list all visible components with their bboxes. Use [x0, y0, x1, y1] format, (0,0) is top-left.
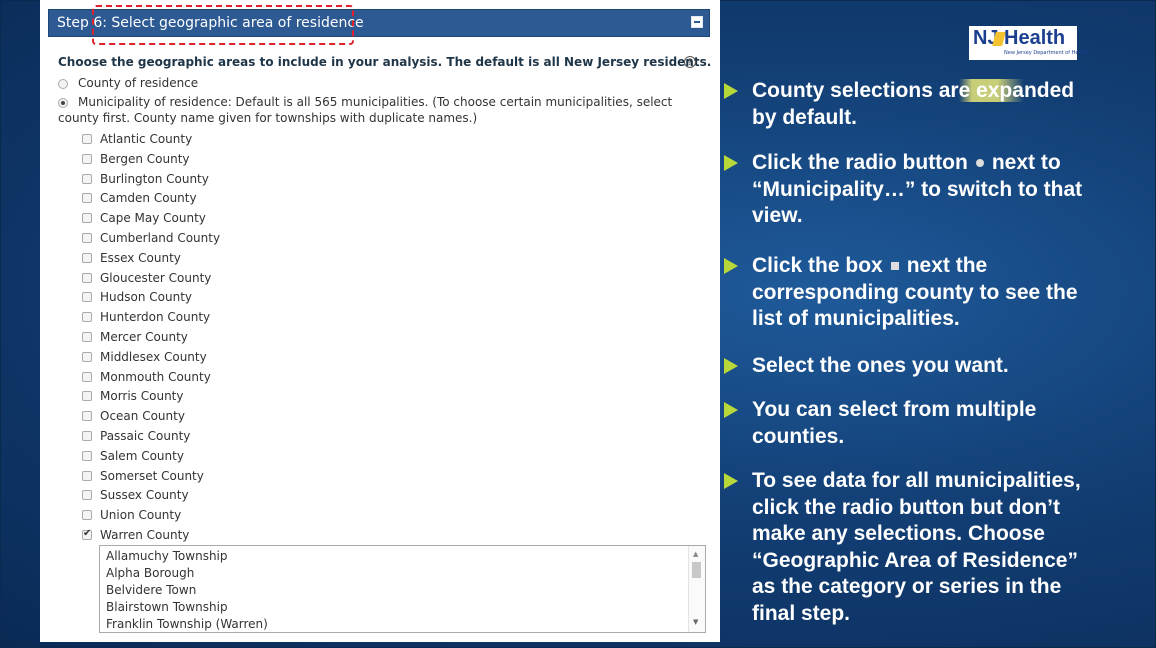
county-label: Cumberland County — [100, 231, 221, 245]
scroll-thumb[interactable] — [692, 562, 701, 578]
bullet-6-line3: make any selections. Choose — [752, 522, 1045, 545]
county-checkbox[interactable] — [82, 528, 92, 540]
bullet-1-line2: by default. — [752, 105, 858, 129]
county-checkbox[interactable] — [82, 292, 92, 303]
nj-health-logo: NJ Health New Jersey Department of Healt… — [969, 26, 1088, 60]
bullet-4-text: Select the ones you want. — [752, 354, 1009, 377]
radio-municipality[interactable] — [58, 98, 68, 108]
municipality-option[interactable]: Belvidere Town — [106, 583, 196, 597]
county-checkbox[interactable] — [82, 153, 92, 164]
bullet-triangle-icon — [724, 358, 738, 374]
scroll-down-icon[interactable]: ▼ — [693, 618, 698, 626]
county-label: Passaic County — [100, 429, 191, 443]
help-icon[interactable]: ? — [684, 56, 696, 68]
bullet-triangle-icon — [724, 473, 738, 489]
county-label: Middlesex County — [100, 349, 207, 364]
bullet-5-line2: counties. — [752, 424, 845, 448]
county-checkbox[interactable] — [82, 252, 92, 263]
callout-highlight-box — [92, 5, 354, 45]
logo-subtitle: New Jersey Department of Health — [1004, 50, 1089, 56]
bullet-triangle-icon — [724, 258, 738, 274]
county-label: Cape May County — [100, 211, 206, 226]
bullet-6-line5: as the category or series in the — [752, 575, 1062, 598]
bullet-6-line2: click the radio button but don’t — [752, 495, 1060, 519]
scrollbar[interactable]: ▲ ▼ — [688, 546, 705, 632]
instruction-text: Choose the geographic areas to include i… — [58, 55, 712, 69]
municipality-option[interactable]: Allamuchy Township — [106, 549, 228, 563]
county-checkbox[interactable] — [82, 351, 92, 362]
step-panel: Step 6: Select geographic area of reside… — [40, 0, 720, 642]
bullet-triangle-icon — [724, 83, 738, 99]
bullet-3-line1b: next the — [906, 254, 988, 277]
bullet-6-line6: final step. — [752, 601, 851, 625]
county-checkbox[interactable] — [82, 134, 92, 144]
municipality-option[interactable]: Franklin Township (Warren) — [106, 617, 268, 631]
radio-dot-icon — [975, 159, 984, 168]
county-checkbox[interactable] — [82, 371, 92, 382]
county-checkbox[interactable] — [82, 490, 92, 501]
bullet-2-line1b: next to — [991, 151, 1061, 174]
county-label: Gloucester County — [100, 270, 212, 285]
county-checkbox[interactable] — [82, 510, 92, 521]
bullet-2-line2: “Municipality…” to switch to that — [752, 177, 1083, 201]
county-label: Sussex County — [100, 488, 189, 503]
county-label: Mercer County — [100, 330, 188, 344]
municipality-option[interactable]: Alpha Borough — [106, 566, 194, 580]
bullet-6-line1: To see data for all municipalities, — [752, 469, 1081, 492]
county-checkbox[interactable] — [82, 391, 92, 402]
county-label: Warren County — [100, 528, 190, 542]
county-label: Hudson County — [100, 290, 192, 305]
county-label: Monmouth County — [100, 369, 211, 384]
bullet-triangle-icon — [724, 402, 738, 418]
county-checkbox[interactable] — [82, 450, 92, 461]
logo-health-text: Health — [1004, 27, 1066, 49]
bullet-3-line2: corresponding county to see the — [752, 280, 1078, 304]
bullet-1-text-c: nded — [1023, 79, 1075, 102]
county-label: Somerset County — [100, 468, 204, 483]
county-checkbox[interactable] — [82, 470, 92, 481]
bullet-3-line3: list of municipalities. — [752, 307, 960, 330]
radio-municipality-label-line1: Municipality of residence: Default is al… — [78, 95, 673, 109]
county-checkbox[interactable] — [82, 411, 92, 422]
radio-county-label: County of residence — [78, 76, 199, 90]
radio-municipality-label-line2: county first. County name given for town… — [58, 111, 478, 125]
county-checkbox[interactable] — [82, 431, 92, 441]
bullet-1-text-a: County selections ar — [752, 79, 959, 102]
county-label: Hunterdon County — [100, 310, 211, 325]
county-label: Atlantic County — [100, 132, 193, 146]
county-checkbox[interactable] — [82, 312, 92, 323]
county-checkbox[interactable] — [82, 332, 92, 342]
county-label: Bergen County — [100, 151, 190, 166]
county-label: Union County — [100, 508, 182, 523]
county-label: Morris County — [100, 389, 184, 404]
collapse-icon[interactable] — [691, 16, 703, 28]
county-checkbox[interactable] — [82, 213, 92, 224]
municipality-listbox[interactable]: Allamuchy Township Alpha Borough Belvidere… — [99, 545, 706, 633]
county-label: Burlington County — [100, 171, 209, 186]
radio-county[interactable] — [58, 79, 68, 89]
bullet-1-text-highlight: e expa — [958, 79, 1024, 102]
scroll-up-icon[interactable]: ▲ — [693, 550, 698, 558]
bullet-6-line4: “Geographic Area of Residence” — [752, 548, 1078, 572]
county-checkbox[interactable] — [82, 233, 92, 243]
checkbox-square-icon — [890, 262, 899, 271]
municipality-option[interactable]: Blairstown Township — [106, 600, 228, 614]
county-checkbox[interactable] — [82, 173, 92, 184]
county-label: Camden County — [100, 191, 197, 206]
county-checkbox[interactable] — [82, 193, 92, 204]
bullet-5-line1: You can select from multiple — [752, 398, 1037, 421]
bullet-triangle-icon — [724, 155, 738, 171]
bullet-2-line1: Click the radio button — [752, 151, 968, 174]
county-label: Ocean County — [100, 409, 185, 424]
county-checkbox[interactable] — [82, 272, 92, 283]
county-label: Essex County — [100, 250, 181, 265]
bullet-2-line3: view. — [752, 204, 803, 227]
bullet-3-line1: Click the box — [752, 254, 883, 277]
county-label: Salem County — [100, 448, 184, 463]
